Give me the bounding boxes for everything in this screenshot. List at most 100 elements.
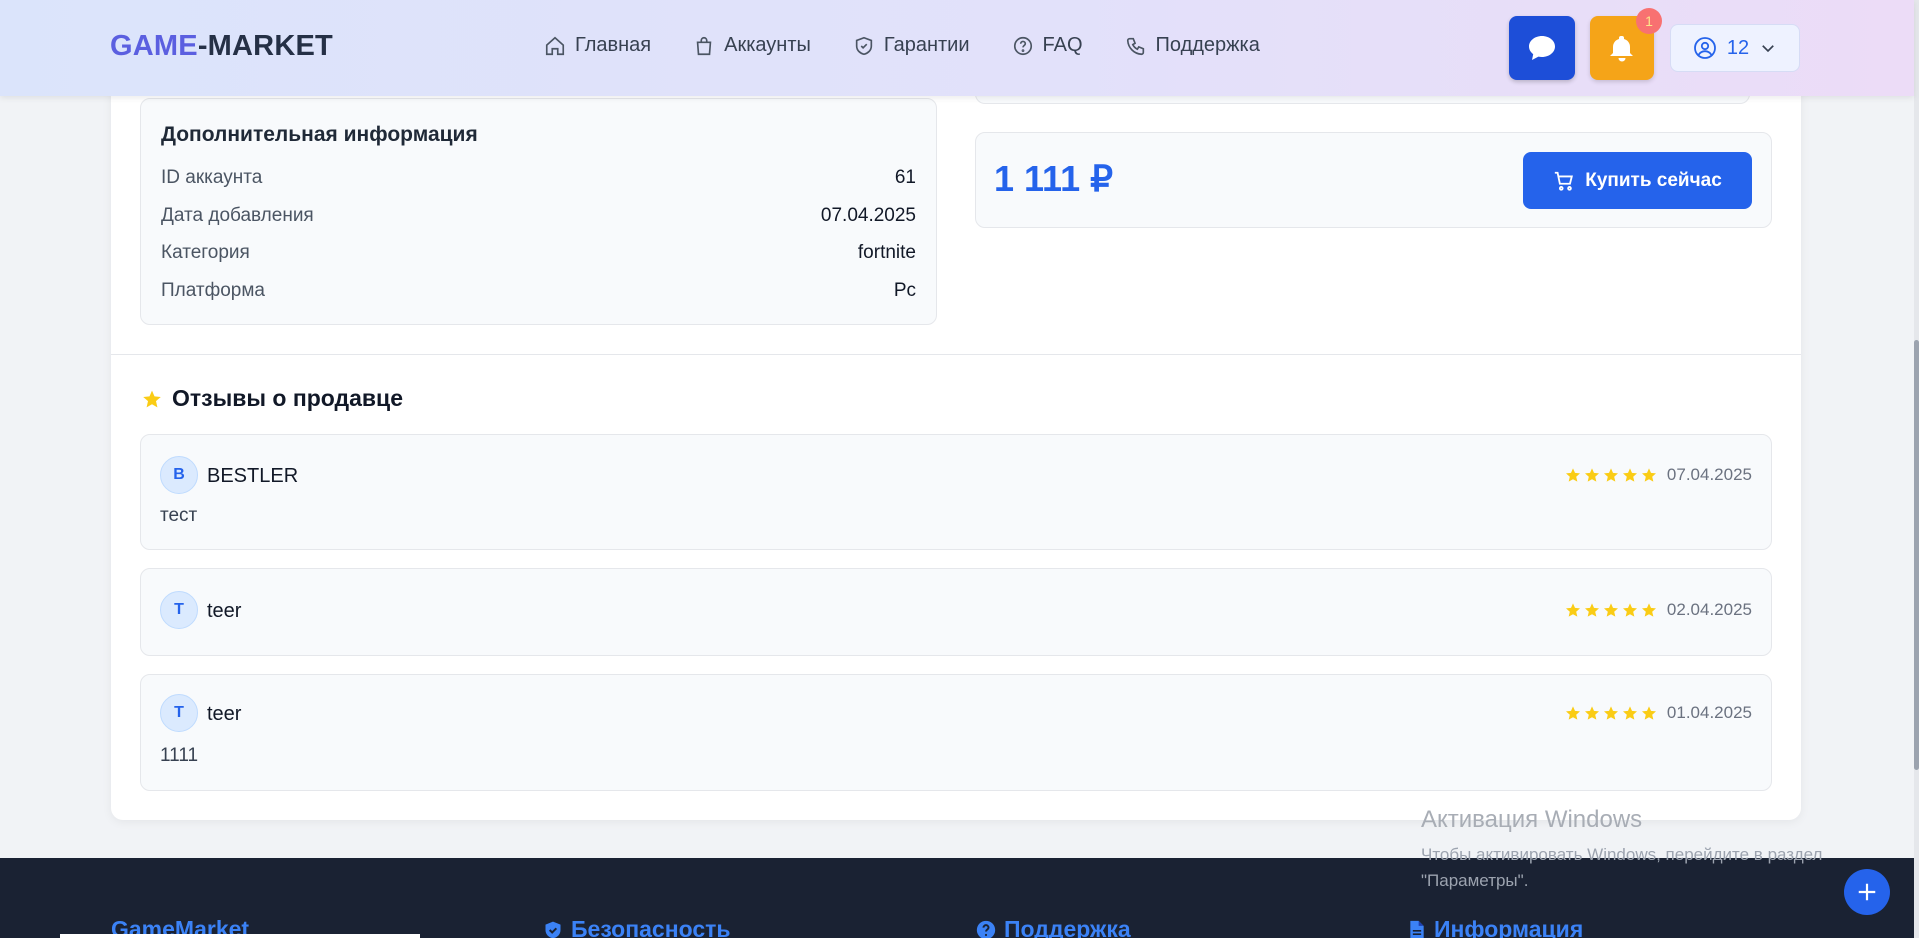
info-row-account-id: ID аккаунта 61 xyxy=(161,167,916,189)
star-icon xyxy=(1603,468,1618,482)
info-key: ID аккаунта xyxy=(161,167,263,188)
review-item: B BESTLER тест 07.04.2025 xyxy=(140,434,1772,550)
price-box: 1 111 ₽ Купить сейчас xyxy=(975,132,1772,228)
nav-item-support[interactable]: Поддержка xyxy=(1125,34,1260,57)
review-item: T teer 1111 01.04.2025 xyxy=(140,674,1772,791)
notifications-button[interactable]: 1 xyxy=(1590,8,1662,80)
shield-check-icon xyxy=(545,921,561,938)
watermark-title: Активация Windows xyxy=(1421,806,1643,833)
buy-now-label: Купить сейчас xyxy=(1585,169,1722,191)
footer-col-label: Безопасность xyxy=(571,916,731,938)
reviewer-name[interactable]: teer xyxy=(207,703,241,726)
info-row-date-added: Дата добавления 07.04.2025 xyxy=(161,205,916,227)
buy-now-button[interactable]: Купить сейчас xyxy=(1523,152,1752,209)
question-circle-icon xyxy=(976,920,996,938)
bag-icon xyxy=(696,36,712,55)
logo-part-game: GAME xyxy=(110,30,198,62)
main-nav: Главная Аккаунты Гарантии FAQ Поддержка xyxy=(544,34,1302,57)
phone-icon xyxy=(1126,37,1144,55)
nav-label: Гарантии xyxy=(883,34,970,56)
review-text: тест xyxy=(160,505,198,526)
rating-stars xyxy=(1565,602,1657,618)
info-value: 07.04.2025 xyxy=(820,205,916,226)
nav-label: Главная xyxy=(575,34,652,56)
star-icon xyxy=(1565,468,1580,482)
site-logo[interactable]: GAME-MARKET xyxy=(110,30,333,63)
star-icon xyxy=(1565,603,1580,617)
chevron-down-icon xyxy=(1762,45,1774,53)
question-icon xyxy=(1013,36,1032,55)
reviewer-avatar: T xyxy=(160,694,198,732)
nav-item-home[interactable]: Главная xyxy=(544,34,651,57)
reviews-heading: Отзывы о продавце xyxy=(142,385,403,412)
user-circle-icon xyxy=(1693,37,1716,59)
chat-button[interactable] xyxy=(1509,16,1575,80)
nav-item-guarantees[interactable]: Гарантии xyxy=(853,34,970,57)
page-scrollbar-thumb[interactable] xyxy=(1914,340,1919,770)
rating-stars xyxy=(1565,467,1657,483)
footer-col-security: Безопасность xyxy=(543,916,731,938)
reviewer-name[interactable]: BESTLER xyxy=(207,465,298,488)
star-icon xyxy=(143,390,161,407)
review-meta: 01.04.2025 xyxy=(1565,703,1752,723)
watermark-line1: Чтобы активировать Windows, перейдите в … xyxy=(1421,845,1823,864)
star-icon xyxy=(1584,706,1599,720)
footer-col-label: Поддержка xyxy=(1004,916,1131,938)
info-key: Платформа xyxy=(161,280,265,301)
reviewer-avatar: B xyxy=(160,456,198,494)
star-icon xyxy=(1622,603,1637,617)
star-icon xyxy=(1603,706,1618,720)
plus-icon xyxy=(1858,883,1876,901)
bell-icon xyxy=(1610,36,1633,62)
info-row-platform: Платформа Pc xyxy=(161,280,916,302)
home-icon xyxy=(545,36,565,55)
review-text: 1111 xyxy=(160,745,199,766)
user-menu-button[interactable]: 12 xyxy=(1670,24,1800,72)
additional-info-box: Дополнительная информация ID аккаунта 61… xyxy=(140,98,937,325)
nav-item-accounts[interactable]: Аккаунты xyxy=(693,34,811,57)
footer-col-information: Информация xyxy=(1408,916,1583,938)
top-header: GAME-MARKET Главная Аккаунты Гарантии FA… xyxy=(0,0,1914,96)
nav-item-faq[interactable]: FAQ xyxy=(1012,34,1083,57)
info-key: Дата добавления xyxy=(161,205,314,226)
notification-badge: 1 xyxy=(1636,8,1662,34)
review-meta: 07.04.2025 xyxy=(1565,465,1752,485)
review-item: T teer 02.04.2025 xyxy=(140,568,1772,656)
user-label: 12 xyxy=(1726,36,1750,59)
nav-label: Поддержка xyxy=(1155,34,1260,56)
info-value: 61 xyxy=(894,167,916,188)
star-icon xyxy=(1622,706,1637,720)
info-value: fortnite xyxy=(857,242,916,263)
star-icon xyxy=(1584,468,1599,482)
star-icon xyxy=(1565,706,1580,720)
review-date: 07.04.2025 xyxy=(1666,465,1752,484)
reviewer-avatar: T xyxy=(160,591,198,629)
footer-col-label: Информация xyxy=(1434,916,1584,938)
document-icon xyxy=(1410,920,1424,938)
info-key: Категория xyxy=(161,242,250,263)
reviews-title: Отзывы о продавце xyxy=(172,385,403,411)
price-value: 1 111 ₽ xyxy=(994,158,1114,199)
review-date: 01.04.2025 xyxy=(1666,703,1752,722)
info-value: Pc xyxy=(893,280,916,301)
rating-stars xyxy=(1565,705,1657,721)
chat-icon xyxy=(1529,36,1555,60)
watermark-line2: "Параметры". xyxy=(1421,871,1529,890)
shield-icon xyxy=(855,36,873,55)
review-date: 02.04.2025 xyxy=(1666,600,1752,619)
footer-col-support: Поддержка xyxy=(976,916,1131,938)
star-icon xyxy=(1603,603,1618,617)
nav-label: FAQ xyxy=(1042,34,1083,56)
review-meta: 02.04.2025 xyxy=(1565,600,1752,620)
reviewer-name[interactable]: teer xyxy=(207,600,241,623)
additional-info-title: Дополнительная информация xyxy=(161,123,478,146)
nav-label: Аккаунты xyxy=(724,34,811,56)
star-icon xyxy=(1641,603,1656,617)
star-icon xyxy=(1641,468,1656,482)
floating-add-button[interactable] xyxy=(1844,869,1890,915)
info-row-category: Категория fortnite xyxy=(161,242,916,264)
windows-activation-watermark: Активация Windows Чтобы активировать Win… xyxy=(1421,806,1822,894)
star-icon xyxy=(1622,468,1637,482)
section-divider xyxy=(111,354,1801,355)
star-icon xyxy=(1641,706,1656,720)
